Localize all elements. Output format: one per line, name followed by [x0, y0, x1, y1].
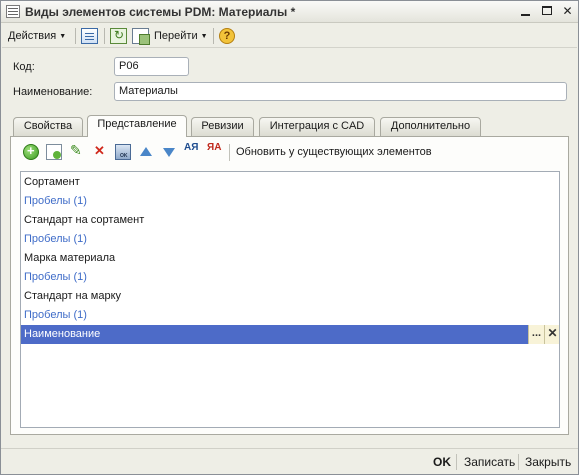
tab-presentation[interactable]: Представление — [87, 115, 187, 137]
move-down-icon[interactable] — [161, 144, 177, 160]
select-value-button[interactable]: ... — [528, 325, 544, 344]
list-item-link[interactable]: Пробелы (1) — [21, 306, 559, 325]
goto-menu-label: Перейти — [154, 30, 198, 42]
list-item-link[interactable]: Пробелы (1) — [21, 230, 559, 249]
code-field[interactable]: P06 — [114, 57, 189, 76]
maximize-icon — [541, 6, 552, 16]
code-label: Код: — [13, 61, 35, 73]
list-item-selected[interactable]: Наименование — [21, 325, 528, 344]
tab-additional[interactable]: Дополнительно — [380, 117, 481, 136]
tab-revisions[interactable]: Ревизии — [191, 117, 254, 136]
edit-icon[interactable] — [69, 142, 85, 160]
toolbar-separator — [75, 28, 76, 44]
save-icon[interactable] — [115, 144, 131, 160]
tab-cad-integration[interactable]: Интеграция с CAD — [259, 117, 375, 136]
chevron-down-icon: ▼ — [59, 33, 67, 40]
goto-menu[interactable]: Перейти ▼ — [154, 27, 208, 45]
refresh-icon[interactable] — [110, 28, 127, 44]
delete-icon[interactable] — [92, 143, 108, 160]
list-item[interactable]: Стандарт на марку — [21, 287, 559, 306]
move-up-icon[interactable] — [138, 144, 154, 160]
sort-ascending-icon[interactable]: АЯ — [184, 143, 200, 160]
copy-item-icon[interactable] — [46, 144, 62, 160]
minimize-button[interactable] — [517, 4, 534, 20]
document-window: Виды элементов системы PDM: Материалы * … — [0, 0, 579, 475]
minimize-icon — [521, 14, 530, 16]
tab-properties[interactable]: Свойства — [13, 117, 83, 136]
name-field[interactable]: Материалы — [114, 82, 567, 101]
main-toolbar: Действия▼ Перейти▼ ? — [2, 24, 577, 48]
maximize-button[interactable] — [538, 4, 555, 20]
actions-menu-label: Действия — [8, 30, 57, 42]
close-button[interactable]: Закрыть — [525, 455, 571, 469]
actions-menu[interactable]: Действия ▼ — [8, 27, 66, 45]
close-window-button[interactable]: ✕ — [559, 4, 576, 20]
toolbar-separator — [213, 28, 214, 44]
list-item-link[interactable]: Пробелы (1) — [21, 192, 559, 211]
document-icon[interactable] — [81, 28, 98, 44]
clear-value-button[interactable]: ✕ — [544, 325, 559, 344]
copy-icon[interactable] — [132, 28, 150, 45]
list-item[interactable]: Марка материала — [21, 249, 559, 268]
list-item[interactable]: Стандарт на сортамент — [21, 211, 559, 230]
help-icon[interactable]: ? — [219, 28, 235, 44]
toolbar-separator — [229, 144, 230, 161]
sort-descending-icon[interactable]: ЯА — [207, 143, 223, 160]
footer-separator — [456, 454, 457, 470]
chevron-down-icon: ▼ — [200, 33, 208, 40]
save-button[interactable]: Записать — [464, 455, 515, 469]
toolbar-separator — [104, 28, 105, 44]
footer-separator — [518, 454, 519, 470]
dialog-footer: OK Записать Закрыть — [1, 448, 578, 474]
add-icon[interactable] — [23, 143, 39, 160]
list-item-link[interactable]: Пробелы (1) — [21, 268, 559, 287]
title-bar[interactable]: Виды элементов системы PDM: Материалы * … — [1, 1, 578, 23]
name-label: Наименование: — [13, 86, 93, 98]
ok-button[interactable]: OK — [433, 455, 451, 469]
list-item[interactable]: Сортамент — [21, 173, 559, 192]
update-existing-button[interactable]: Обновить у существующих элементов — [236, 146, 432, 158]
representation-list[interactable]: Сортамент Пробелы (1) Стандарт на сортам… — [20, 171, 560, 428]
window-title: Виды элементов системы PDM: Материалы * — [25, 5, 296, 19]
form-icon — [6, 5, 20, 18]
